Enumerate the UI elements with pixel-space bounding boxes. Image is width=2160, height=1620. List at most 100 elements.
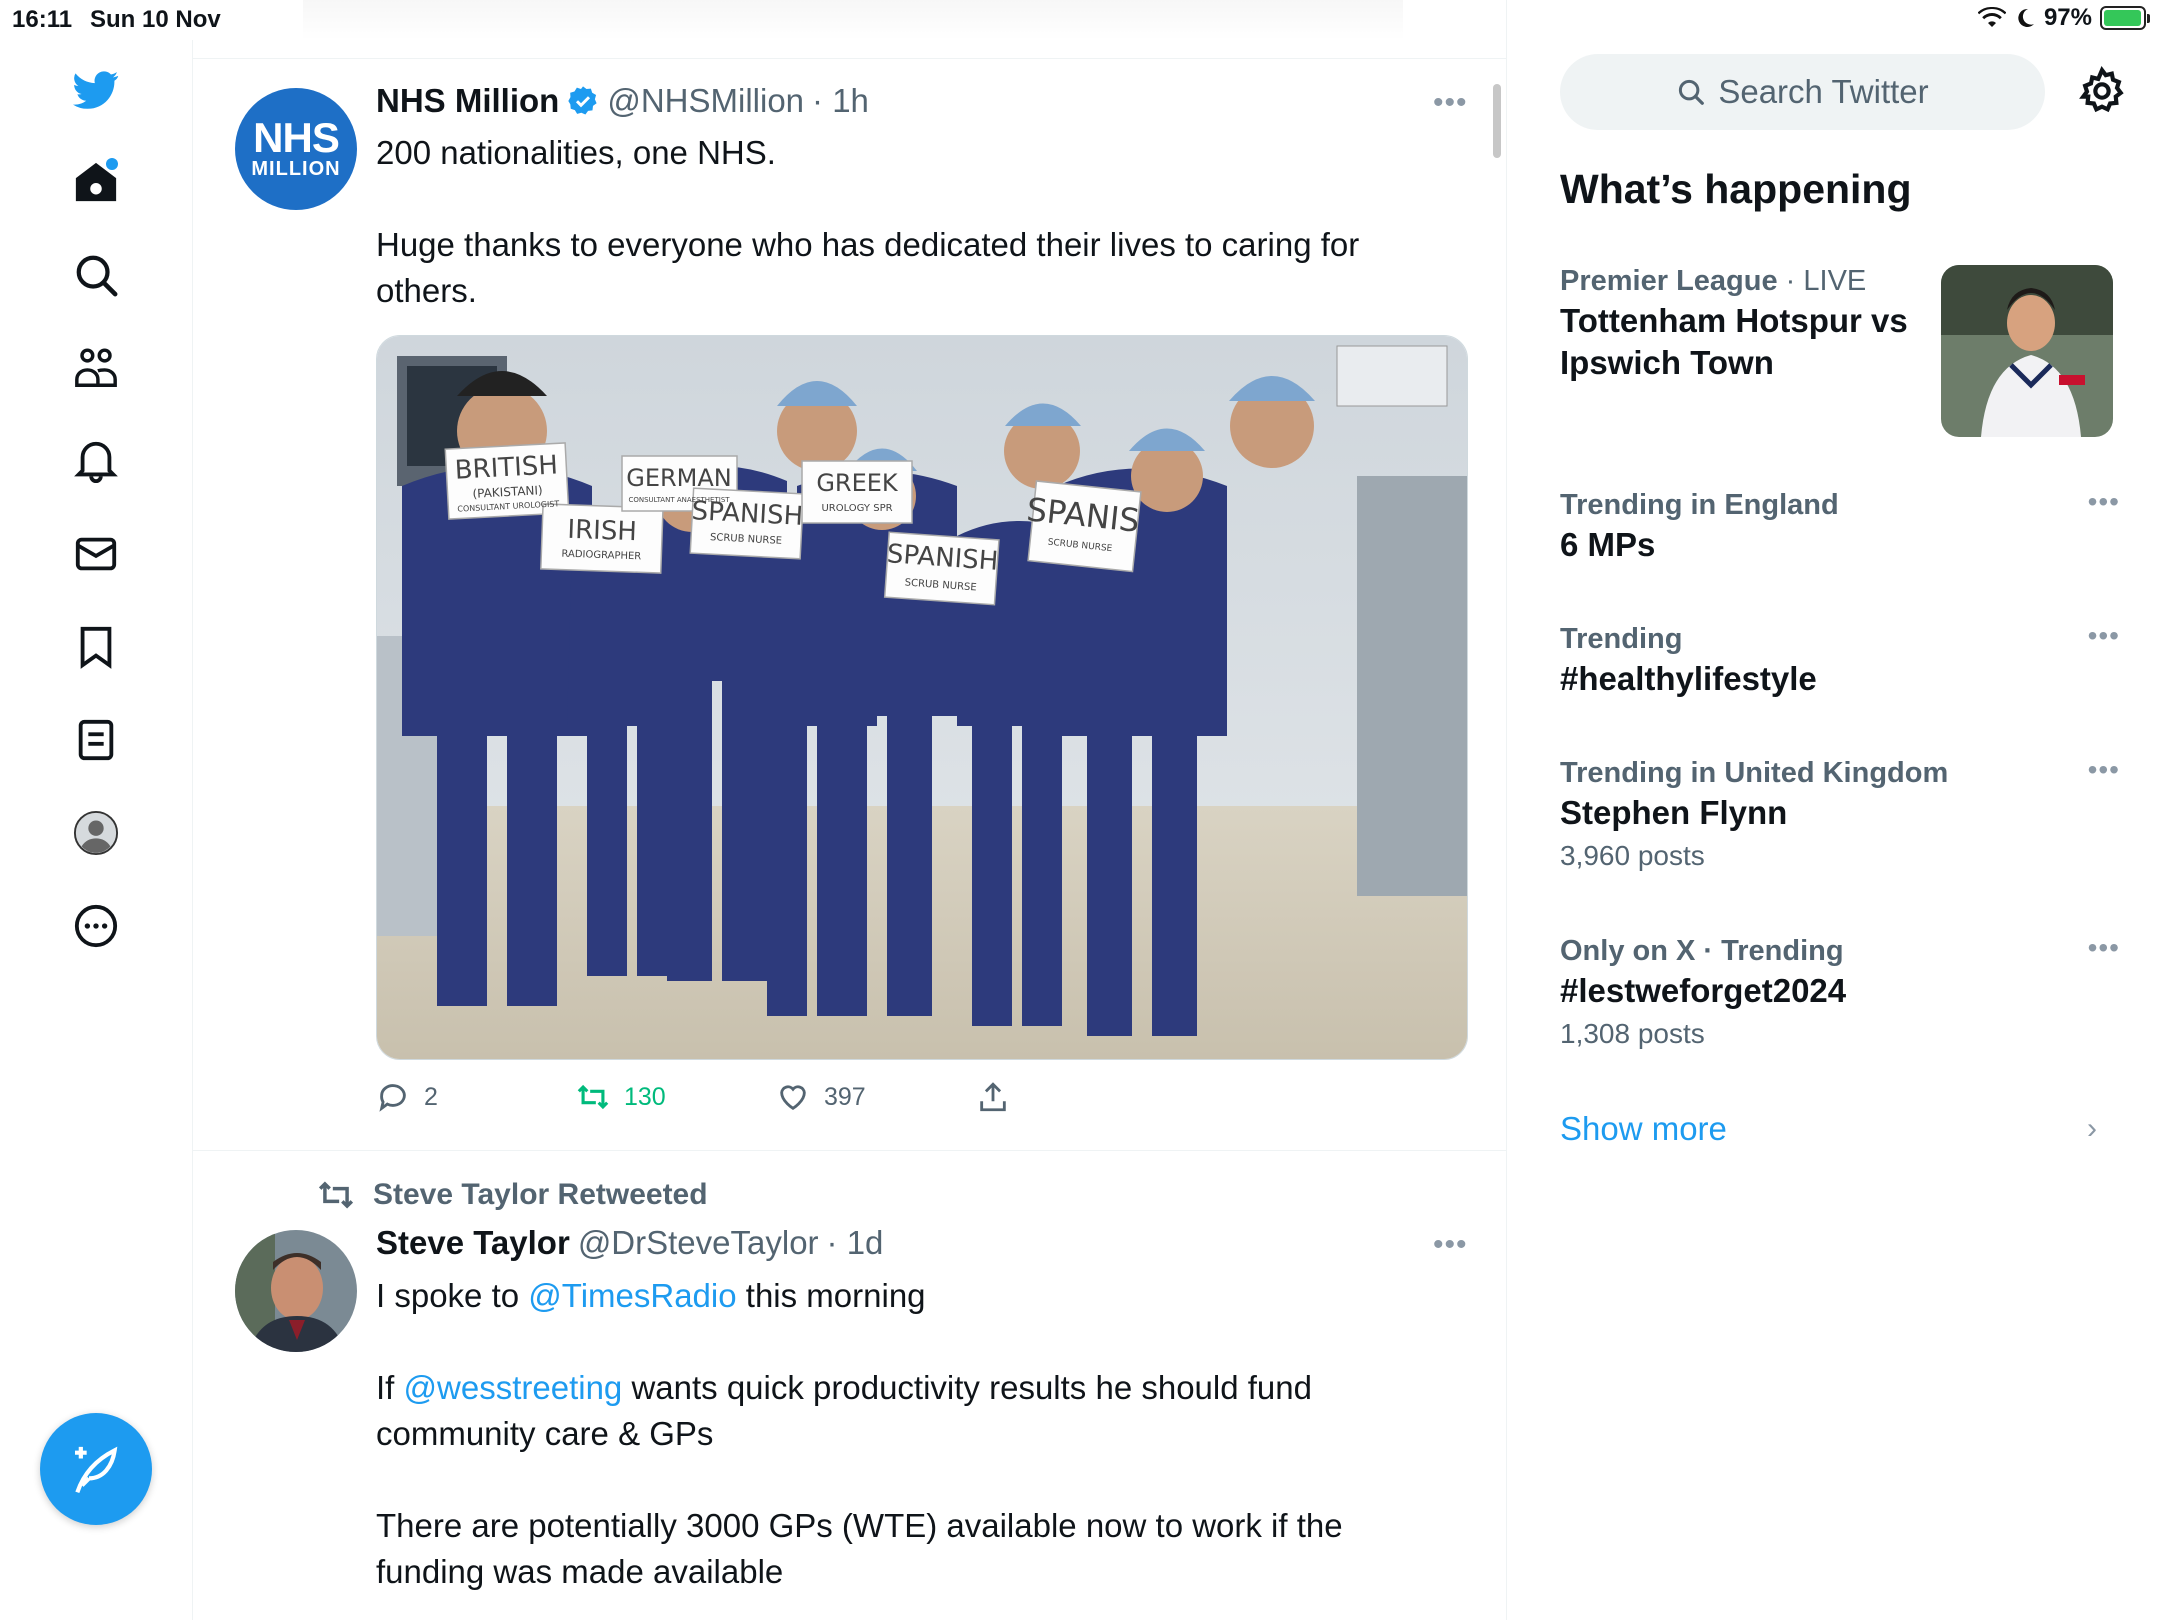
trend-context-bold: Only on X · Trending bbox=[1560, 935, 1844, 967]
trend-context-bold: Premier League bbox=[1560, 265, 1778, 297]
avatar-logo-text: NHS bbox=[253, 113, 340, 161]
left-nav bbox=[0, 40, 193, 1620]
messages-envelope-icon[interactable] bbox=[66, 524, 126, 584]
lists-icon[interactable] bbox=[66, 710, 126, 770]
trend-context-rest: · LIVE bbox=[1777, 265, 1867, 297]
trend-more-options-icon[interactable]: ••• bbox=[2088, 486, 2120, 518]
sign-sublabel: UROLOGY SPR bbox=[821, 503, 892, 514]
trend-item[interactable]: Trending #healthylifestyle ••• bbox=[1560, 620, 2120, 700]
home-icon[interactable] bbox=[66, 152, 126, 212]
trend-context-bold: Trending in United Kingdom bbox=[1560, 757, 1949, 789]
trend-context-bold: Trending bbox=[1560, 623, 1683, 655]
like-button[interactable]: 397 bbox=[776, 1080, 866, 1114]
tweet-header: Steve Taylor @DrSteveTaylor · 1d bbox=[376, 1224, 883, 1262]
author-name[interactable]: Steve Taylor bbox=[376, 1224, 570, 1262]
reply-bubble-icon bbox=[379, 1084, 406, 1112]
heart-icon bbox=[780, 1085, 806, 1111]
search-placeholder: Search Twitter bbox=[1718, 73, 1929, 110]
communities-icon[interactable] bbox=[66, 338, 126, 398]
timeline-top-border bbox=[193, 58, 1507, 59]
feather-plus-icon bbox=[75, 1446, 118, 1494]
tweet-divider bbox=[193, 1150, 1507, 1151]
more-circle-icon[interactable] bbox=[66, 896, 126, 956]
text-run: If bbox=[376, 1369, 404, 1406]
timeline-scrollbar[interactable] bbox=[1493, 84, 1501, 158]
profile-avatar-icon[interactable] bbox=[66, 803, 126, 863]
notifications-bell-icon[interactable] bbox=[66, 431, 126, 491]
verified-badge-icon bbox=[568, 86, 597, 115]
trend-post-count: 1,308 posts bbox=[1560, 1018, 1705, 1049]
top-bar-fade bbox=[303, 0, 1403, 40]
trend-title: Stephen Flynn bbox=[1560, 794, 1788, 831]
tweet-more-options-icon[interactable]: ••• bbox=[1433, 86, 1468, 120]
tweet-more-options-icon[interactable]: ••• bbox=[1433, 1228, 1468, 1262]
retweet-count: 130 bbox=[624, 1082, 666, 1111]
sign-label: IRISH bbox=[567, 515, 637, 547]
trend-more-options-icon[interactable]: ••• bbox=[2088, 932, 2120, 964]
tweet-line: Huge thanks to everyone who has dedicate… bbox=[376, 226, 1360, 309]
trend-item[interactable]: Premier League · LIVE Tottenham Hotspur … bbox=[1560, 262, 1940, 384]
avatar[interactable] bbox=[235, 1230, 357, 1352]
search-icon[interactable] bbox=[66, 245, 126, 305]
tweet-time[interactable]: · 1h bbox=[812, 82, 869, 120]
football-player-photo bbox=[1941, 265, 2113, 437]
trend-context: Premier League · LIVE bbox=[1560, 262, 1940, 300]
status-time: 16:11 bbox=[12, 6, 73, 33]
reply-button[interactable]: 2 bbox=[376, 1080, 438, 1114]
tweet-paragraph: There are potentially 3000 GPs (WTE) ava… bbox=[376, 1507, 1343, 1590]
retweet-icon bbox=[577, 1084, 609, 1110]
tweet-line: 200 nationalities, one NHS. bbox=[376, 134, 776, 171]
trend-title: #lestweforget2024 bbox=[1560, 972, 1847, 1009]
trend-title: 6 MPs bbox=[1560, 526, 1656, 563]
mention-link[interactable]: @wesstreeting bbox=[404, 1369, 623, 1406]
tweet-text: 200 nationalities, one NHS. Huge thanks … bbox=[376, 130, 1396, 314]
trend-more-options-icon[interactable]: ••• bbox=[2088, 620, 2120, 652]
author-handle[interactable]: @DrSteveTaylor bbox=[578, 1224, 819, 1262]
share-button[interactable] bbox=[976, 1080, 1010, 1114]
search-input[interactable]: Search Twitter bbox=[1560, 54, 2045, 130]
home-notification-dot bbox=[106, 158, 118, 170]
retweeted-by-label[interactable]: Steve Taylor Retweeted bbox=[373, 1178, 708, 1212]
trend-post-count: 3,960 posts bbox=[1560, 840, 1705, 871]
bookmarks-icon[interactable] bbox=[66, 617, 126, 677]
text-run: this morning bbox=[736, 1277, 926, 1314]
trend-context: Trending bbox=[1560, 620, 2120, 658]
chevron-right-icon[interactable]: › bbox=[2087, 1112, 2097, 1146]
photo-staff-holding-signs: BRITISH (PAKISTANI) CONSULTANT UROLOGIST… bbox=[377, 336, 1467, 1059]
retweet-icon bbox=[318, 1181, 354, 1209]
trend-item[interactable]: Only on X · Trending #lestweforget2024 1… bbox=[1560, 932, 2120, 1056]
author-name[interactable]: NHS Million bbox=[376, 82, 559, 120]
tweet-time[interactable]: · 1d bbox=[827, 1224, 884, 1262]
trend-title: #healthylifestyle bbox=[1560, 660, 1817, 697]
show-more-link[interactable]: Show more bbox=[1560, 1110, 1727, 1148]
sign-label: SPANISH bbox=[691, 496, 804, 532]
share-upload-icon bbox=[980, 1082, 1006, 1112]
sign-label: GERMAN bbox=[626, 464, 732, 492]
avatar-logo-subtext: MILLION bbox=[251, 157, 341, 180]
trend-context: Only on X · Trending bbox=[1560, 932, 2120, 970]
tweet-photo[interactable]: BRITISH (PAKISTANI) CONSULTANT UROLOGIST… bbox=[376, 335, 1468, 1060]
tweet-header: NHS Million @NHSMillion · 1h bbox=[376, 82, 869, 120]
settings-gear-icon[interactable] bbox=[2077, 66, 2127, 116]
compose-tweet-button[interactable] bbox=[40, 1413, 152, 1525]
tweet-paragraph: If @wesstreeting wants quick productivit… bbox=[376, 1365, 1396, 1457]
text-run: I spoke to bbox=[376, 1277, 529, 1314]
trend-item[interactable]: Trending in England 6 MPs ••• bbox=[1560, 486, 2120, 566]
whats-happening-title: What’s happening bbox=[1560, 166, 1912, 212]
trend-thumbnail[interactable] bbox=[1941, 265, 2113, 437]
timeline: NHS MILLION NHS Million @NHSMillion · 1h… bbox=[193, 0, 1507, 1620]
sign-label: BRITISH bbox=[454, 450, 559, 485]
twitter-logo-icon[interactable] bbox=[66, 60, 126, 120]
trend-context-bold: Trending in England bbox=[1560, 489, 1839, 521]
sign-label: GREEK bbox=[816, 469, 899, 497]
search-icon bbox=[1679, 79, 1705, 105]
retweet-button[interactable]: 130 bbox=[576, 1080, 666, 1114]
like-count: 397 bbox=[824, 1082, 866, 1111]
trend-more-options-icon[interactable]: ••• bbox=[2088, 754, 2120, 786]
author-handle[interactable]: @NHSMillion bbox=[607, 82, 804, 120]
trend-item[interactable]: Trending in United Kingdom Stephen Flynn… bbox=[1560, 754, 2120, 878]
mention-link[interactable]: @TimesRadio bbox=[528, 1277, 736, 1314]
avatar[interactable]: NHS MILLION bbox=[235, 88, 357, 210]
trend-context: Trending in United Kingdom bbox=[1560, 754, 2120, 792]
steve-taylor-avatar-photo bbox=[235, 1230, 357, 1352]
